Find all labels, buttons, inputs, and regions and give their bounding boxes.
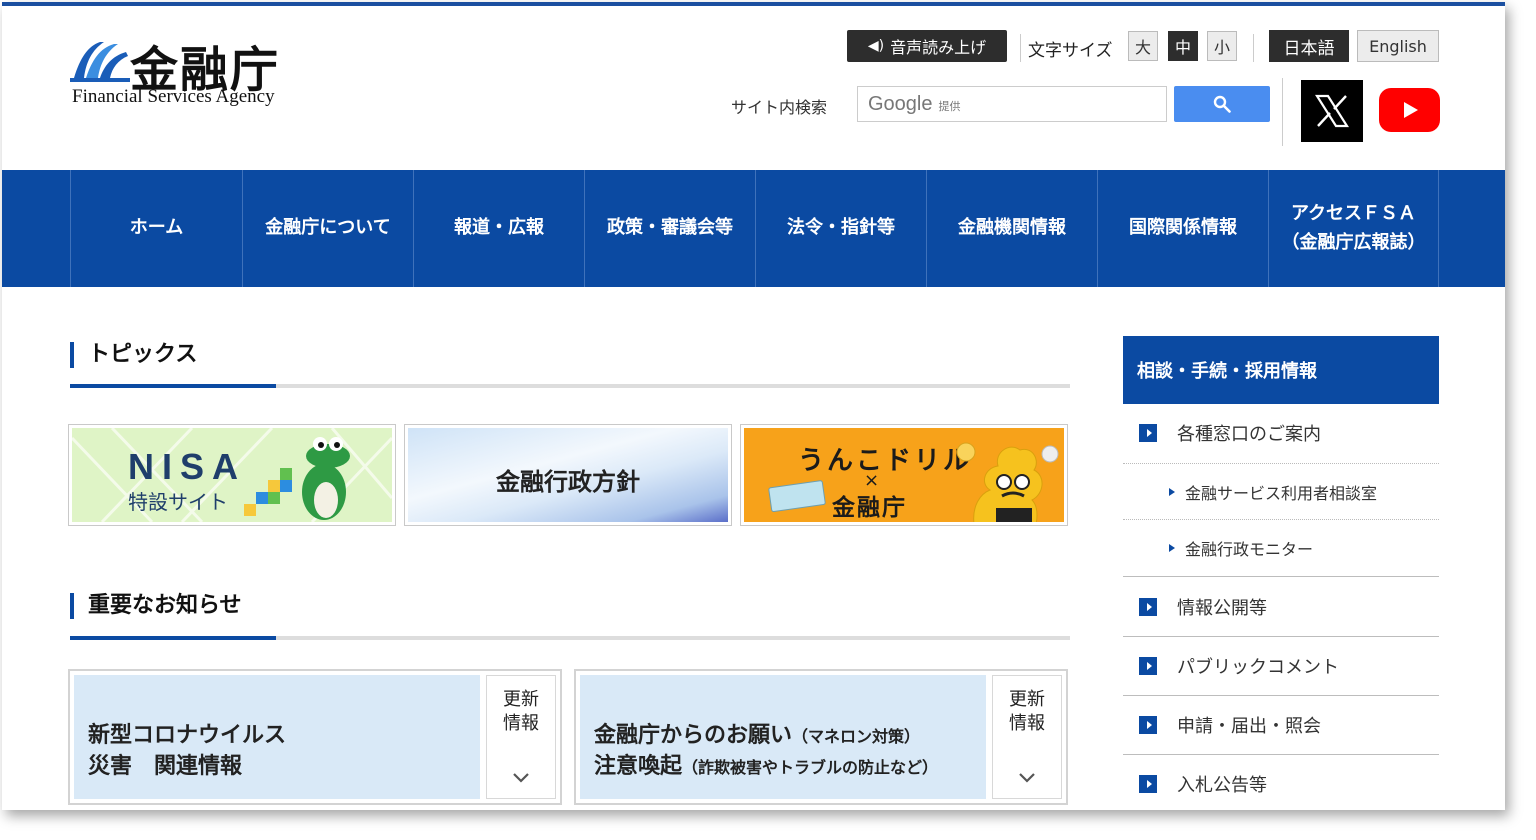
unko-drill-banner[interactable]: うんこドリル × 金融庁: [740, 424, 1068, 526]
nav-item-policy[interactable]: 政策・審議会等: [584, 170, 755, 287]
notice-update-toggle[interactable]: 更新 情報: [486, 675, 556, 799]
nisa-banner-subtitle: 特設サイト: [128, 490, 228, 514]
font-size-small-button[interactable]: 小: [1207, 31, 1237, 61]
sidebar-item-label: 金融行政モニター: [1185, 540, 1314, 559]
notice-card-body[interactable]: 金融庁からのお願い（マネロン対策） 注意喚起（詐欺被害やトラブルの防止など）: [580, 675, 986, 799]
notices-underline: [70, 636, 1070, 640]
notice-card-request[interactable]: 金融庁からのお願い（マネロン対策） 注意喚起（詐欺被害やトラブルの防止など） 更…: [574, 669, 1068, 805]
nav-item-institutions[interactable]: 金融機関情報: [926, 170, 1097, 287]
arrow-square-icon: [1139, 716, 1157, 734]
notice-update-toggle[interactable]: 更新 情報: [992, 675, 1062, 799]
sidebar-item-bidding[interactable]: 入札公告等: [1123, 755, 1439, 810]
notices-heading: 重要なお知らせ: [70, 593, 242, 619]
sidebar-item-label: 入札公告等: [1177, 775, 1267, 796]
text-to-speech-button[interactable]: ◀) 音声読み上げ: [847, 30, 1007, 62]
notice-card-line: 新型コロナウイルス: [88, 723, 287, 749]
fsa-policy-banner[interactable]: 金融行政方針: [404, 424, 732, 526]
arrow-square-icon: [1139, 597, 1157, 616]
arrow-square-icon: [1139, 657, 1157, 675]
language-japanese-button[interactable]: 日本語: [1269, 30, 1349, 62]
notice-update-label: 更新 情報: [1009, 689, 1045, 735]
youtube-social-link[interactable]: [1379, 88, 1440, 132]
search-submit-button[interactable]: [1174, 86, 1270, 122]
sidebar-item-applications[interactable]: 申請・届出・照会: [1123, 696, 1439, 754]
tool-divider: [1020, 34, 1021, 62]
nav-divider: [1438, 170, 1439, 287]
triangle-bullet-icon: [1169, 487, 1175, 496]
notice-update-label: 更新 情報: [503, 689, 539, 735]
logo-text-en: Financial Services Agency: [72, 86, 275, 107]
language-english-button[interactable]: English: [1357, 30, 1439, 62]
x-social-link[interactable]: [1301, 80, 1363, 142]
sidebar-item-disclosure[interactable]: 情報公開等: [1123, 577, 1439, 636]
speaker-icon: ◀): [867, 38, 885, 54]
nav-item-press[interactable]: 報道・広報: [413, 170, 584, 287]
search-icon: [1213, 95, 1231, 113]
notice-card-line: 注意喚起（詐欺被害やトラブルの防止など）: [594, 754, 939, 779]
sidebar-subitem-monitor[interactable]: 金融行政モニター: [1123, 520, 1439, 576]
nav-item-about[interactable]: 金融庁について: [242, 170, 413, 287]
nav-item-home[interactable]: ホーム: [70, 170, 242, 287]
arrow-square-icon: [1139, 424, 1157, 442]
sidebar-item-label: 情報公開等: [1177, 597, 1267, 619]
fsa-logo-mark-icon: [70, 42, 130, 82]
nav-item-laws[interactable]: 法令・指針等: [755, 170, 926, 287]
notice-card-body[interactable]: 新型コロナウイルス 災害 関連情報: [74, 675, 480, 799]
page-frame: 金融庁 Financial Services Agency ◀) 音声読み上げ …: [2, 2, 1505, 810]
x-logo-icon: [1315, 94, 1349, 128]
arrow-square-icon: [1139, 775, 1157, 793]
triangle-bullet-icon: [1169, 544, 1175, 552]
sidebar-item-label: 金融サービス利用者相談室: [1185, 483, 1378, 503]
unko-mascot-icon: [956, 442, 1059, 522]
global-nav: ホーム 金融庁について 報道・広報 政策・審議会等 法令・指針等 金融機関情報 …: [2, 170, 1505, 287]
ticket-illustration-icon: [768, 480, 826, 513]
search-brand-suffix: 提供: [938, 100, 961, 113]
chevron-down-icon: [513, 772, 529, 783]
nisa-banner[interactable]: NISA 特設サイト: [68, 424, 396, 526]
nisa-banner-title: NISA: [128, 446, 247, 487]
social-divider: [1282, 78, 1283, 146]
nav-item-access-fsa[interactable]: アクセスＦＳＡ （金融庁広報誌）: [1268, 170, 1438, 287]
unko-drill-banner-title: うんこドリル: [798, 446, 973, 476]
sidebar-item-contact-desks[interactable]: 各種窓口のご案内: [1123, 404, 1439, 462]
site-search-input[interactable]: Google 提供: [857, 86, 1167, 122]
unko-drill-banner-subtitle: 金融庁: [832, 495, 907, 521]
topics-underline: [70, 384, 1070, 388]
sidebar-item-label: 各種窓口のご案内: [1177, 424, 1321, 445]
notice-card-line: 金融庁からのお願い（マネロン対策）: [594, 723, 921, 749]
nav-item-international[interactable]: 国際関係情報: [1097, 170, 1268, 287]
font-size-label: 文字サイズ: [1028, 41, 1113, 61]
sidebar-header: 相談・手続・採用情報: [1123, 336, 1439, 404]
crocodile-mascot-icon: [244, 437, 350, 520]
topics-heading: トピックス: [70, 342, 197, 368]
notice-card-line: 災害 関連情報: [88, 754, 243, 779]
fsa-logo[interactable]: 金融庁 Financial Services Agency: [70, 32, 310, 122]
text-to-speech-label: 音声読み上げ: [890, 38, 987, 57]
chevron-down-icon: [1019, 772, 1035, 783]
site-search-label: サイト内検索: [731, 98, 828, 117]
search-brand-text: Google: [868, 92, 933, 115]
sidebar-item-public-comment[interactable]: パブリックコメント: [1123, 637, 1439, 695]
notice-card-covid[interactable]: 新型コロナウイルス 災害 関連情報 更新 情報: [68, 669, 562, 805]
font-size-medium-button[interactable]: 中: [1168, 31, 1198, 61]
sidebar-item-label: パブリックコメント: [1177, 657, 1339, 678]
tool-divider: [1253, 34, 1254, 62]
font-size-large-button[interactable]: 大: [1128, 31, 1158, 61]
sidebar-subitem-consultation[interactable]: 金融サービス利用者相談室: [1123, 464, 1439, 519]
youtube-play-icon: [1403, 102, 1418, 118]
fsa-policy-banner-title: 金融行政方針: [496, 468, 640, 496]
sidebar-item-label: 申請・届出・照会: [1177, 716, 1321, 737]
